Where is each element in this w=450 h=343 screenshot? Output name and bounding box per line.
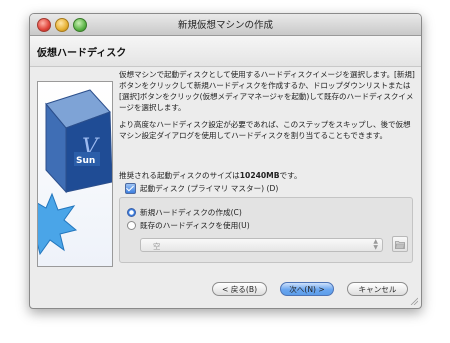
size-value: 10240 bbox=[239, 171, 267, 180]
size-prefix: 推奨される起動ディスクのサイズは bbox=[119, 171, 240, 180]
title-bar: 新規仮想マシンの作成 bbox=[30, 14, 421, 36]
boot-disk-label: 起動ディスク (プライマリ マスター) (D) bbox=[140, 184, 279, 193]
resize-grip-icon[interactable] bbox=[410, 297, 418, 305]
sun-logo-icon: Sun bbox=[74, 152, 100, 166]
recommended-size-text: 推奨される起動ディスクのサイズは10240MBです。 bbox=[119, 170, 302, 181]
boot-disk-checkbox[interactable] bbox=[125, 183, 136, 194]
cancel-button[interactable]: キャンセル bbox=[347, 282, 408, 296]
svg-text:Sun: Sun bbox=[76, 156, 95, 166]
folder-open-icon bbox=[395, 240, 405, 249]
create-new-disk-radio[interactable] bbox=[127, 208, 136, 217]
page-title: 仮想ハードディスク bbox=[37, 48, 127, 59]
back-button[interactable]: < 戻る(B) bbox=[212, 282, 267, 296]
boot-disk-checkbox-row[interactable]: 起動ディスク (プライマリ マスター) (D) bbox=[125, 183, 278, 194]
description-paragraph-2: より高度なハードディスク設定が必要であれば、このステップをスキップし、後で仮想マ… bbox=[119, 120, 411, 140]
updown-arrows-icon: ▲ ▼ bbox=[373, 238, 378, 251]
next-button[interactable]: 次へ(N) > bbox=[280, 282, 334, 296]
starburst-icon bbox=[38, 192, 78, 256]
disk-options-group: 新規ハードディスクの作成(C) 既存のハードディスクを使用(U) 空 ▲ ▼ bbox=[119, 197, 413, 263]
create-new-disk-option[interactable]: 新規ハードディスクの作成(C) bbox=[127, 207, 242, 218]
page-header: 仮想ハードディスク bbox=[30, 36, 421, 67]
existing-disk-dropdown[interactable]: 空 ▲ ▼ bbox=[140, 238, 383, 252]
use-existing-disk-label: 既存のハードディスクを使用(U) bbox=[140, 221, 250, 230]
existing-disk-dropdown-value: 空 bbox=[153, 242, 161, 251]
size-suffix: です。 bbox=[279, 171, 302, 180]
use-existing-disk-radio[interactable] bbox=[127, 221, 136, 230]
size-unit: MB bbox=[266, 171, 280, 180]
virtualbox-cube-icon: V bbox=[45, 89, 112, 194]
description-area: 仮想マシンで起動ディスクとして使用するハードディスクイメージを選択します。[新規… bbox=[119, 69, 416, 194]
window-title: 新規仮想マシンの作成 bbox=[177, 20, 273, 31]
choose-disk-button[interactable] bbox=[392, 236, 408, 252]
dialog-window: 新規仮想マシンの作成 仮想ハードディスク V Sun 仮想マシンで起動ディスクと… bbox=[29, 13, 422, 309]
use-existing-disk-option[interactable]: 既存のハードディスクを使用(U) bbox=[127, 220, 250, 231]
create-new-disk-label: 新規ハードディスクの作成(C) bbox=[140, 208, 242, 217]
description-paragraph-1: 仮想マシンで起動ディスクとして使用するハードディスクイメージを選択します。[新規… bbox=[119, 70, 415, 112]
virtualbox-sun-logo: V Sun bbox=[37, 81, 113, 267]
